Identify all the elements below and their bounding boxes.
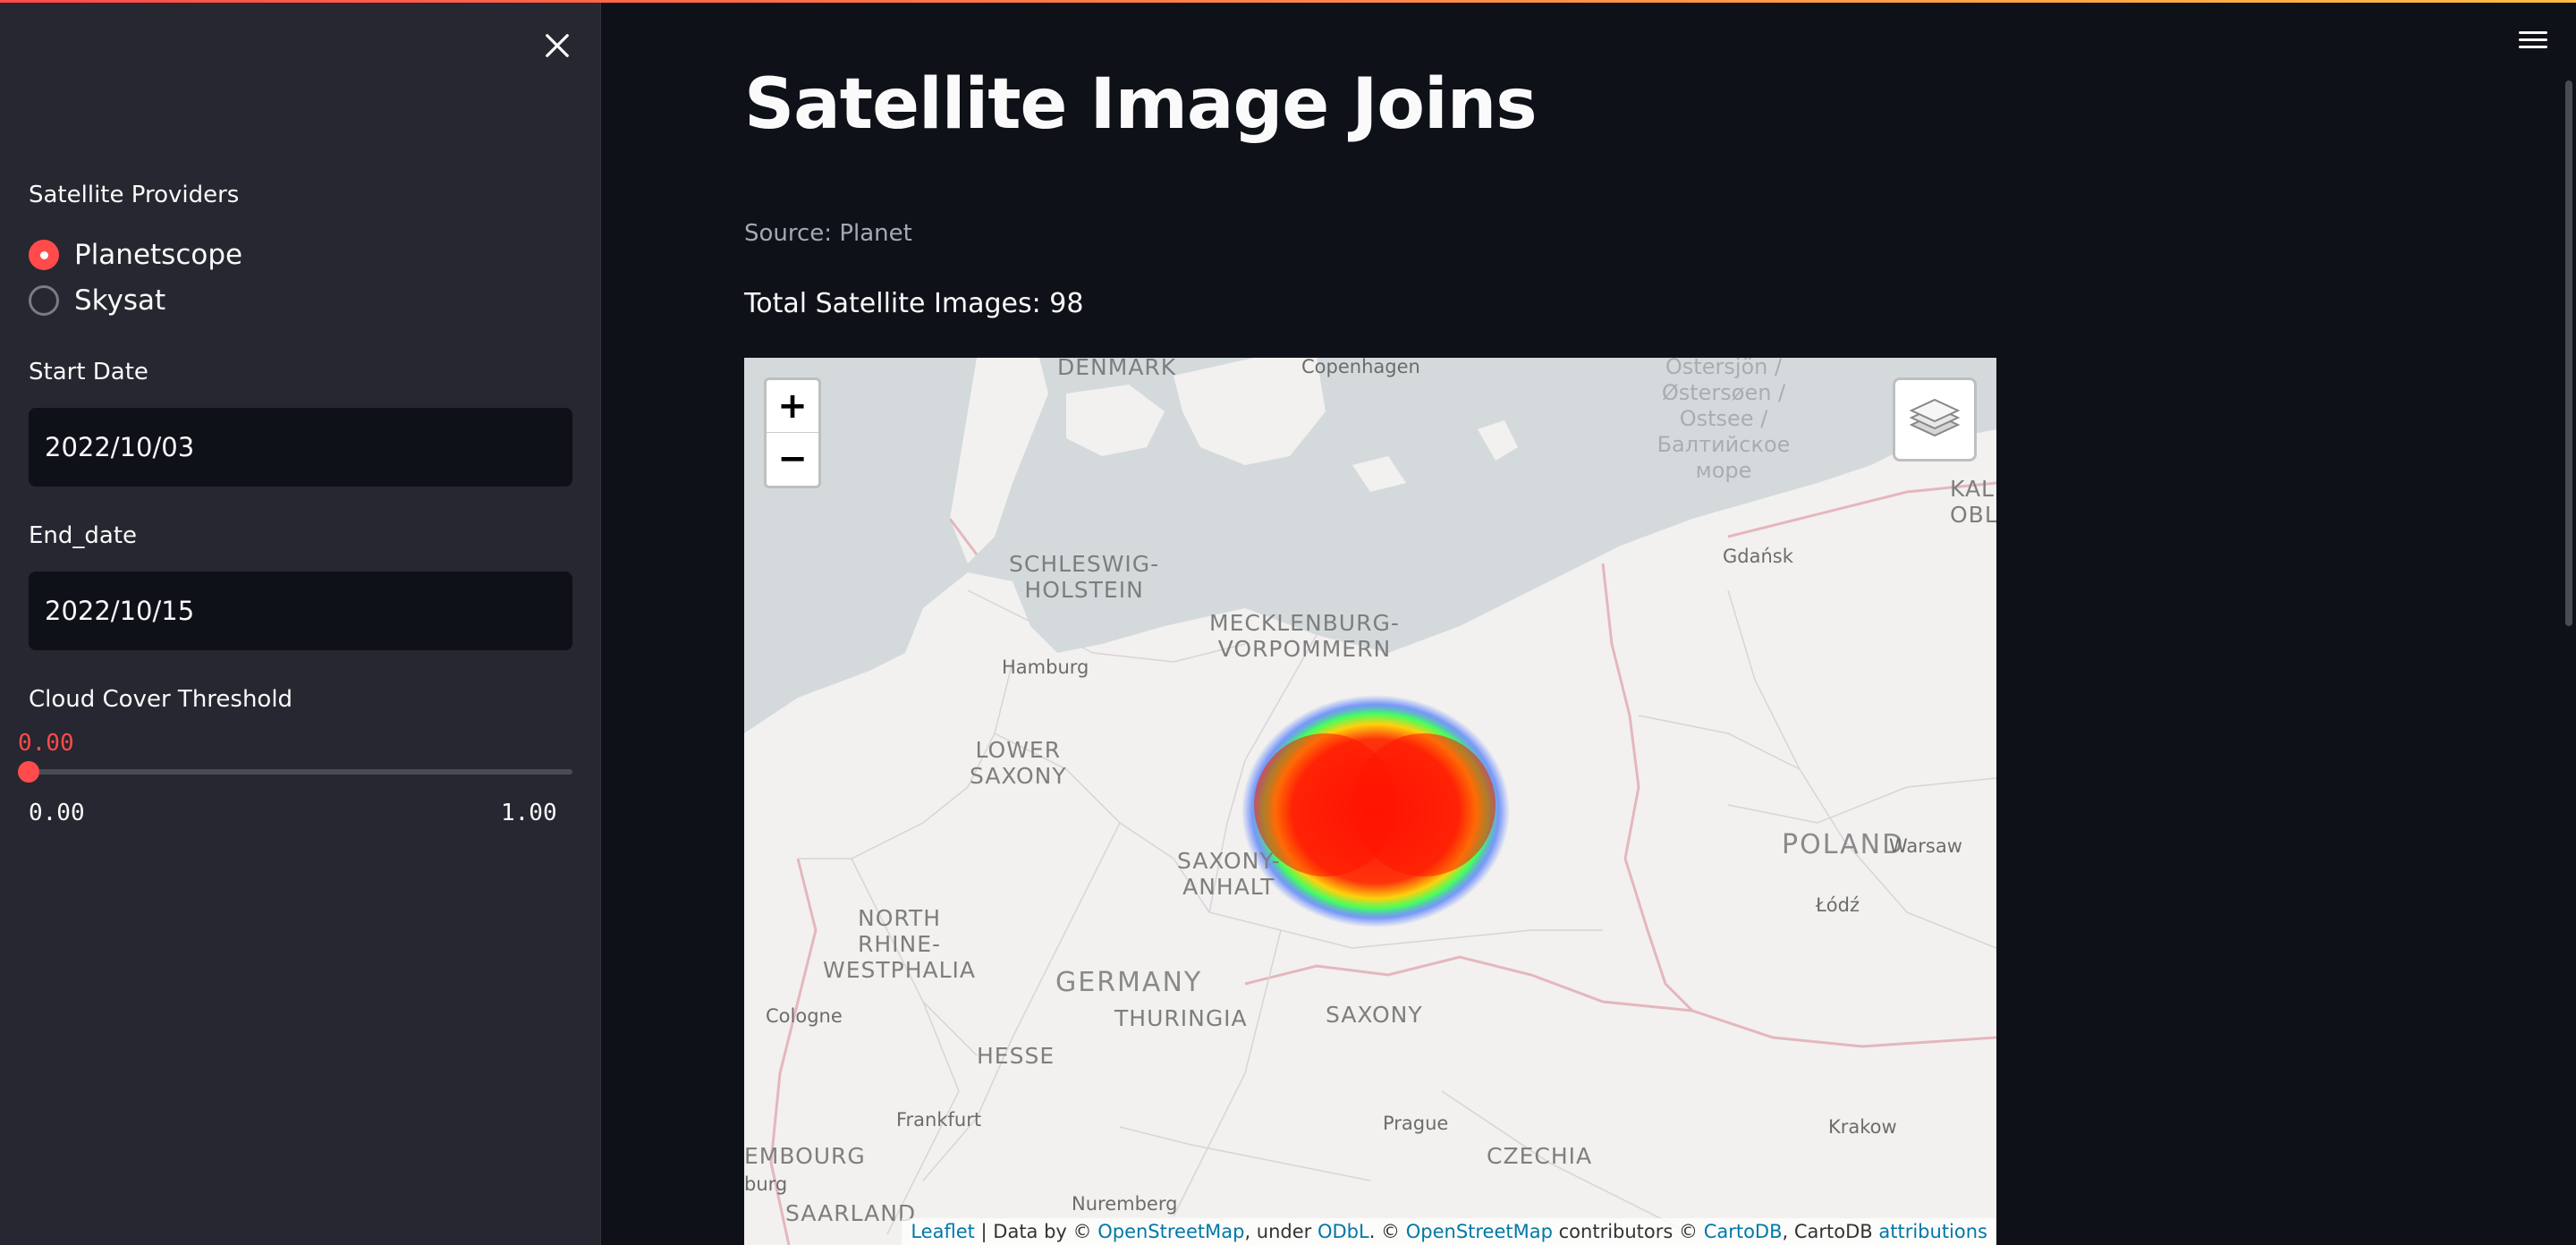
map-label-gdansk: Gdańsk xyxy=(1723,546,1793,567)
map-label-lower-saxony: LOWER SAXONY xyxy=(970,737,1067,789)
map-label-schleswig-holstein: SCHLESWIG- HOLSTEIN xyxy=(1009,551,1159,603)
map-label-thuringia: THURINGIA xyxy=(1114,1005,1248,1031)
start-date-input[interactable] xyxy=(29,408,572,487)
cloud-cover-slider-thumb[interactable] xyxy=(18,761,39,783)
map-attribution: Leaflet | Data by © OpenStreetMap, under… xyxy=(902,1218,1996,1245)
sidebar: Satellite Providers Planetscope Skysat S… xyxy=(0,0,601,1245)
source-text: Source: Planet xyxy=(744,220,912,247)
cloud-cover-label: Cloud Cover Threshold xyxy=(29,686,293,713)
map-label-frankfurt: Frankfurt xyxy=(896,1109,982,1131)
map-label-nuremberg: Nuremberg xyxy=(1072,1193,1178,1215)
map-label-nrw-line3: WESTPHALIA xyxy=(823,957,977,983)
close-icon xyxy=(546,34,569,57)
cloud-cover-max: 1.00 xyxy=(501,800,557,826)
map-label-nrw-line1: NORTH xyxy=(858,905,942,931)
map-label-saxony-anhalt-line2: ANHALT xyxy=(1182,874,1275,900)
cloud-cover-value: 0.00 xyxy=(18,730,74,757)
leaflet-link[interactable]: Leaflet xyxy=(911,1221,975,1242)
radio-unchecked-icon xyxy=(29,285,59,316)
map-label-baltic-line4: Балтийское xyxy=(1657,432,1791,457)
radio-checked-icon xyxy=(29,240,59,270)
map-label-kaliningrad: KALINI OBL xyxy=(1950,476,1996,528)
zoom-out-button[interactable]: − xyxy=(767,433,818,486)
start-date-label: Start Date xyxy=(29,359,148,385)
map-label-poland: POLAND xyxy=(1782,829,1905,860)
end-date-label: End_date xyxy=(29,522,138,549)
radio-planetscope[interactable]: Planetscope xyxy=(29,239,242,271)
zoom-in-button[interactable]: + xyxy=(767,380,818,433)
map-label-mecklenburg-line2: VORPOMMERN xyxy=(1217,636,1392,662)
map-label-lodz: Łódź xyxy=(1816,894,1860,916)
attribution-text-2: , under xyxy=(1244,1221,1318,1242)
map-label-baltic-line3: Ostsee / xyxy=(1679,406,1768,431)
map-container[interactable]: + − DENMARK Copenhagen Östersjön / Øster… xyxy=(744,358,1996,1245)
map-label-denmark: DENMARK xyxy=(1057,358,1177,380)
map-label-nrw-line2: RHINE- xyxy=(857,931,942,957)
radio-skysat[interactable]: Skysat xyxy=(29,284,165,317)
map-label-saarland: SAARLAND xyxy=(785,1200,917,1226)
map-label-czechia: CZECHIA xyxy=(1487,1143,1593,1169)
map-label-hesse: HESSE xyxy=(977,1043,1055,1069)
map-label-schleswig-line1: SCHLESWIG- xyxy=(1009,551,1160,577)
layers-icon xyxy=(1909,398,1961,437)
odbl-link[interactable]: ODbL xyxy=(1318,1221,1369,1242)
providers-label: Satellite Providers xyxy=(29,182,240,208)
map-label-mecklenburg: MECKLENBURG- VORPOMMERN xyxy=(1209,610,1400,662)
map-label-schleswig-line2: HOLSTEIN xyxy=(1024,577,1144,603)
map-label-saxony-anhalt-line1: SAXONY- xyxy=(1177,848,1281,874)
map-label-lower-saxony-line2: SAXONY xyxy=(970,763,1067,789)
map-label-luxembourg: EMBOURG xyxy=(744,1143,866,1169)
map-label-mecklenburg-line1: MECKLENBURG- xyxy=(1209,610,1400,636)
attribution-text-4: contributors © xyxy=(1552,1221,1704,1242)
map-label-saxony: SAXONY xyxy=(1326,1002,1423,1028)
radio-label-planetscope: Planetscope xyxy=(74,239,243,271)
map-label-lower-saxony-line1: LOWER xyxy=(975,737,1062,763)
top-decoration-bar xyxy=(0,0,2576,3)
attribution-text-5: , CartoDB xyxy=(1782,1221,1879,1242)
attributions-link[interactable]: attributions xyxy=(1878,1221,1987,1242)
map-label-hamburg: Hamburg xyxy=(1002,656,1089,678)
close-sidebar-button[interactable] xyxy=(538,27,576,64)
map-label-saxony-anhalt: SAXONY- ANHALT xyxy=(1177,848,1281,900)
map-label-kaliningrad-line1: KALINI xyxy=(1950,476,1996,502)
total-images-text: Total Satellite Images: 98 xyxy=(744,288,1084,319)
map-label-cologne: Cologne xyxy=(766,1005,843,1027)
layers-control-button[interactable] xyxy=(1893,377,1977,462)
osm-link-1[interactable]: OpenStreetMap xyxy=(1097,1221,1244,1242)
map-label-copenhagen: Copenhagen xyxy=(1301,358,1420,377)
cloud-cover-slider-track[interactable] xyxy=(29,769,572,775)
main-menu-button[interactable] xyxy=(2515,27,2551,57)
osm-link-2[interactable]: OpenStreetMap xyxy=(1406,1221,1553,1242)
page-scrollbar[interactable] xyxy=(2565,80,2572,626)
zoom-control: + − xyxy=(764,377,821,488)
cloud-cover-min: 0.00 xyxy=(29,800,85,826)
map-label-nrw: NORTH RHINE- WESTPHALIA xyxy=(823,905,976,983)
map-label-baltic: Östersjön / Østersøen / Ostsee / Балтийс… xyxy=(1657,358,1791,484)
map-label-warsaw: Warsaw xyxy=(1889,835,1962,857)
attribution-text-3: . © xyxy=(1368,1221,1406,1242)
map-label-krakow: Krakow xyxy=(1828,1116,1897,1138)
map-label-baltic-line2: Østersøen / xyxy=(1661,380,1786,405)
map-label-baltic-line1: Östersjön / xyxy=(1665,358,1783,379)
end-date-input[interactable] xyxy=(29,572,572,650)
map-label-baltic-line5: море xyxy=(1695,458,1752,483)
attribution-text-1: | Data by © xyxy=(974,1221,1098,1242)
hamburger-icon xyxy=(2515,31,2551,48)
map-label-burg: burg xyxy=(744,1173,788,1195)
page-title: Satellite Image Joins xyxy=(744,64,1538,145)
radio-label-skysat: Skysat xyxy=(74,284,166,317)
map-label-kaliningrad-line2: OBL xyxy=(1950,502,1996,528)
map-label-prague: Prague xyxy=(1383,1113,1449,1134)
map-label-germany: GERMANY xyxy=(1055,967,1203,998)
cartodb-link[interactable]: CartoDB xyxy=(1704,1221,1783,1242)
